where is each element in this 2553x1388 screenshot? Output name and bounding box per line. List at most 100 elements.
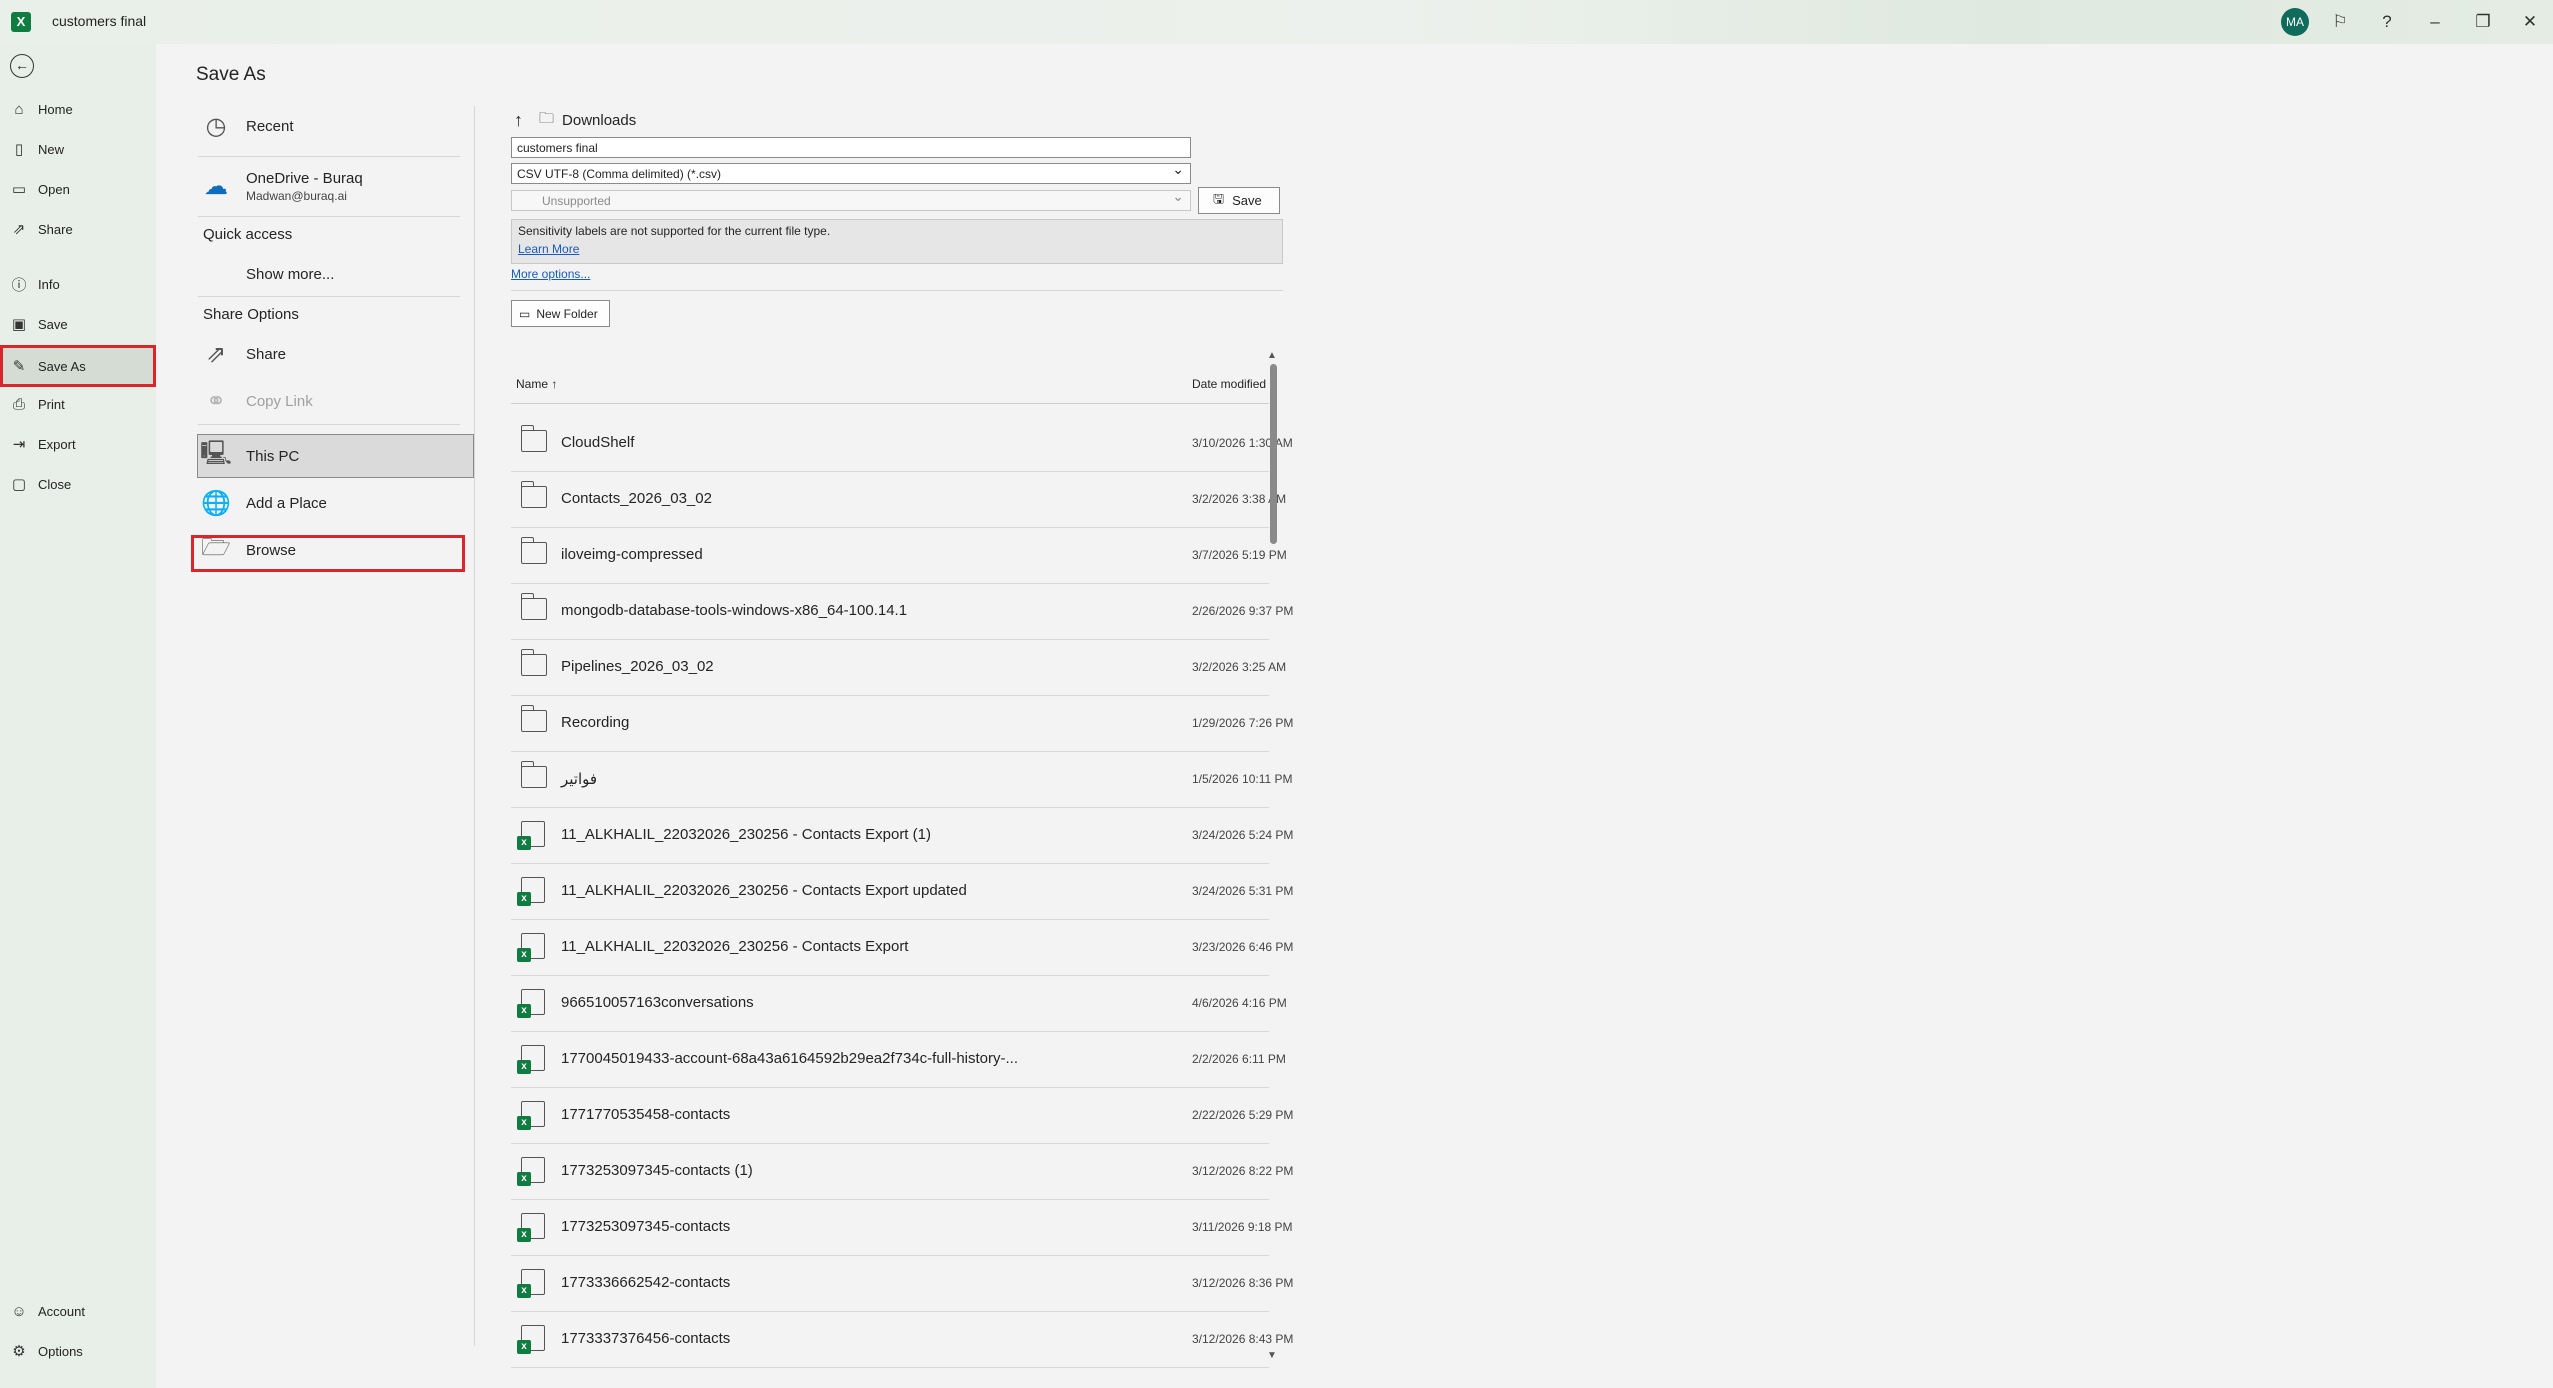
nav-info[interactable]: ⓘ Info (0, 265, 156, 303)
file-row[interactable]: Pipelines_2026_03_02 3/2/2026 3:25 AM (511, 640, 1286, 696)
home-icon: ⌂ (14, 100, 24, 118)
folder-icon (520, 649, 547, 676)
close-icon[interactable]: ✕ (2516, 8, 2544, 36)
column-name[interactable]: Name ↑ (516, 377, 557, 391)
scrollbar-thumb[interactable] (1270, 364, 1277, 544)
file-row[interactable]: 11_ALKHALIL_22032026_230256 - Contacts E… (511, 920, 1293, 976)
file-row[interactable]: فواتير 1/5/2026 10:11 PM (511, 752, 1293, 808)
place-label: Add a Place (246, 494, 327, 512)
folder-icon (520, 481, 547, 508)
file-row[interactable]: 11_ALKHALIL_22032026_230256 - Contacts E… (511, 808, 1293, 864)
location-breadcrumb: ↑ 🗀 Downloads (514, 108, 636, 133)
options-icon: ⚙ (12, 1343, 26, 1360)
globe-icon: 🌐 (201, 489, 231, 517)
feedback-icon[interactable]: ⚐ (2326, 8, 2354, 36)
save-icon: 🖫 (1213, 190, 1225, 206)
nav-options[interactable]: ⚙ Options (0, 1332, 156, 1370)
file-row[interactable]: CloudShelf 3/10/2026 1:30 AM (511, 416, 1293, 472)
nav-print[interactable]: ⎙ Print (0, 385, 156, 423)
place-onedrive[interactable]: ☁ OneDrive - Buraq Madwan@buraq.ai (196, 166, 476, 206)
more-options-link[interactable]: More options... (511, 267, 590, 281)
save-button[interactable]: 🖫 Save (1198, 187, 1280, 214)
file-type-select[interactable]: CSV UTF-8 (Comma delimited) (*.csv) (511, 162, 1191, 184)
print-icon: ⎙ (12, 395, 25, 413)
new-icon: ▯ (14, 141, 24, 158)
nav-open[interactable]: ▭ Open (0, 170, 156, 208)
restore-icon[interactable]: ❐ (2469, 8, 2497, 36)
help-icon[interactable]: ? (2373, 8, 2401, 36)
sensitivity-text: Sensitivity labels are not supported for… (518, 224, 831, 238)
file-row[interactable]: Contacts_2026_03_02 3/2/2026 3:38 AM (511, 472, 1286, 528)
file-name-input[interactable]: customers final (511, 137, 1191, 158)
file-row[interactable]: 966510057163conversations4/6/2026 4:16 P… (511, 976, 1287, 1032)
nav-share[interactable]: ⇗ Share (0, 210, 156, 248)
save-as-icon: ✎ (12, 358, 26, 375)
place-label: Copy Link (246, 392, 313, 410)
excel-icon: X (11, 12, 31, 32)
scroll-down-icon[interactable]: ▼ (1267, 1350, 1277, 1361)
file-name: iloveimg-compressed (561, 546, 703, 563)
scroll-up-icon[interactable]: ▲ (1267, 350, 1277, 361)
file-row[interactable]: 1773253097345-contacts3/11/2026 9:18 PM (511, 1200, 1293, 1256)
nav-new[interactable]: ▯ New (0, 130, 156, 168)
location-label[interactable]: Downloads (562, 112, 636, 129)
place-recent[interactable]: ◷ Recent (196, 106, 476, 146)
place-browse[interactable]: 🗁 Browse (196, 530, 476, 570)
file-name: Recording (561, 714, 630, 731)
excel-file-icon (517, 877, 545, 906)
file-row[interactable]: mongodb-database-tools-windows-x86_64-10… (511, 584, 1293, 640)
column-date-modified[interactable]: Date modified (1192, 377, 1266, 391)
learn-more-link[interactable]: Learn More (518, 242, 1276, 256)
place-add-a-place[interactable]: 🌐 Add a Place (196, 483, 476, 523)
share-options-heading: Share Options (203, 306, 299, 323)
divider (198, 424, 460, 425)
column-separator (474, 106, 475, 1346)
file-row[interactable]: Recording 1/29/2026 7:26 PM (511, 696, 1293, 752)
file-row[interactable]: iloveimg-compressed 3/7/2026 5:19 PM (511, 528, 1287, 584)
file-name: 11_ALKHALIL_22032026_230256 - Contacts E… (561, 826, 931, 843)
folder-open-icon: 🗁 (201, 533, 231, 561)
nav-account[interactable]: ☺ Account (0, 1292, 156, 1330)
nav-label: Options (38, 1343, 83, 1359)
nav-save-as[interactable]: ✎ Save As (0, 345, 156, 387)
folder-icon (520, 593, 547, 620)
account-icon: ☺ (11, 1302, 27, 1320)
user-avatar[interactable]: MA (2281, 8, 2309, 36)
place-share[interactable]: ⇗ Share (196, 334, 476, 374)
excel-file-icon (517, 1325, 545, 1354)
place-label: Show more... (246, 265, 335, 283)
file-list-header: Name ↑ Date modified (511, 364, 1269, 404)
back-arrow-icon[interactable]: ← (10, 54, 34, 78)
minimize-icon[interactable]: – (2421, 8, 2449, 36)
open-icon: ▭ (11, 181, 27, 198)
file-row[interactable]: 1773253097345-contacts (1)3/12/2026 8:22… (511, 1144, 1293, 1200)
file-row[interactable]: 1770045019433-account-68a43a6164592b29ea… (511, 1032, 1286, 1088)
file-row[interactable]: 1773337376456-contacts3/12/2026 8:43 PM (511, 1312, 1293, 1368)
nav-save[interactable]: ▣ Save (0, 305, 156, 343)
show-more-link[interactable]: Show more... (196, 254, 476, 294)
divider (198, 216, 460, 217)
place-label: Share (246, 345, 287, 363)
nav-close[interactable]: ▢ Close (0, 465, 156, 503)
nav-export[interactable]: ⇥ Export (0, 425, 156, 463)
file-name: mongodb-database-tools-windows-x86_64-10… (561, 602, 908, 619)
nav-label: Account (38, 1303, 85, 1319)
file-name: 1771770535458-contacts (561, 1106, 731, 1123)
nav-label: Share (38, 221, 73, 237)
nav-home[interactable]: ⌂ Home (0, 90, 156, 128)
sort-ascending-icon: ↑ (551, 377, 558, 391)
file-name: CloudShelf (561, 434, 635, 451)
place-this-pc[interactable]: 🖳 This PC (196, 436, 476, 476)
nav-label: New (38, 141, 65, 157)
folder-icon (520, 705, 547, 732)
file-row[interactable]: 11_ALKHALIL_22032026_230256 - Contacts E… (511, 864, 1293, 920)
nav-label: Open (38, 181, 70, 197)
excel-file-icon (517, 821, 545, 850)
file-row[interactable]: 1771770535458-contacts2/22/2026 5:29 PM (511, 1088, 1293, 1144)
file-name: 1773253097345-contacts (1) (561, 1162, 753, 1179)
file-row[interactable]: 1773336662542-contacts3/12/2026 8:36 PM (511, 1256, 1293, 1312)
export-icon: ⇥ (12, 436, 26, 453)
folder-icon (520, 425, 547, 452)
up-arrow-icon[interactable]: ↑ (514, 110, 523, 131)
new-folder-button[interactable]: ▭ New Folder (511, 300, 610, 327)
